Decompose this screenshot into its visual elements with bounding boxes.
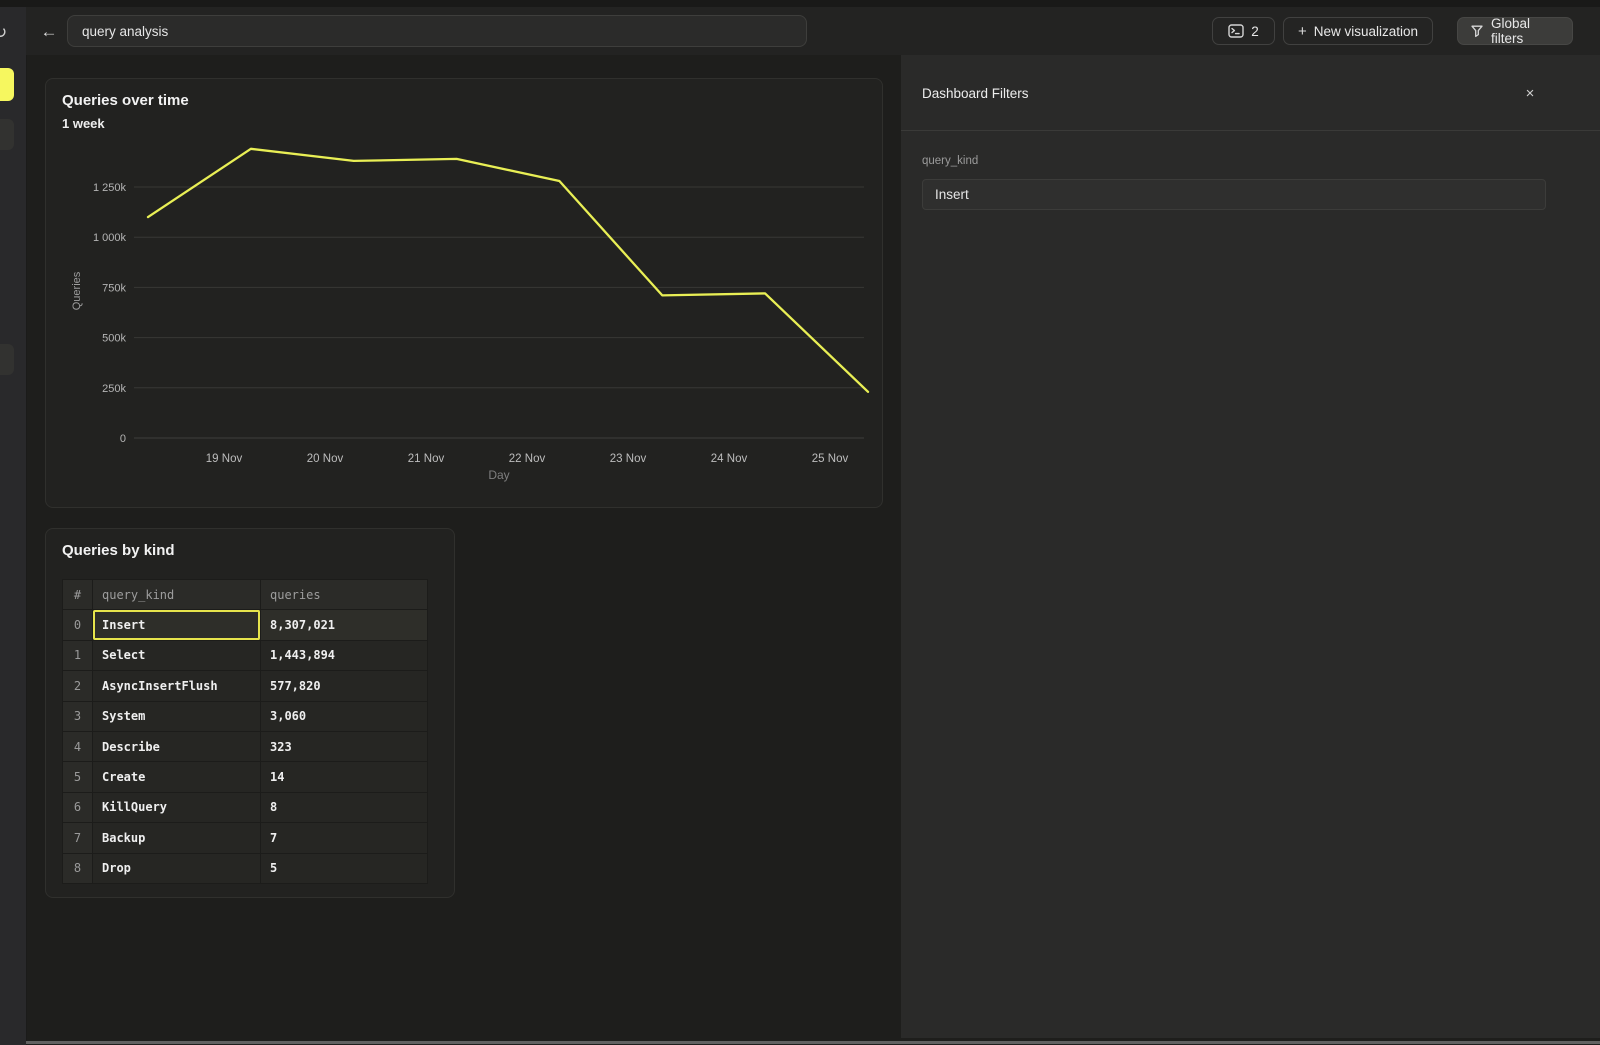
queries-line-series xyxy=(148,149,868,392)
table-row[interactable]: 4Describe323 xyxy=(63,732,427,762)
query-kind-cell[interactable]: Select xyxy=(93,641,261,670)
back-button[interactable]: ← xyxy=(36,19,62,45)
row-index: 8 xyxy=(63,854,93,883)
y-tick-label: 750k xyxy=(102,282,126,294)
y-tick-label: 250k xyxy=(102,383,126,395)
table-row[interactable]: 2AsyncInsertFlush577,820 xyxy=(63,671,427,701)
y-tick-label: 1 000k xyxy=(93,232,127,244)
queries-by-kind-card[interactable]: Queries by kind #query_kindqueries0Inser… xyxy=(45,528,455,898)
query-kind-cell[interactable]: Create xyxy=(93,762,261,791)
row-index: 0 xyxy=(63,610,93,639)
dashboard-filters-panel: Dashboard Filters × query_kind xyxy=(901,55,1600,1038)
filter-field-label: query_kind xyxy=(922,155,978,167)
query-kind-cell[interactable]: KillQuery xyxy=(93,793,261,822)
y-tick-label: 1 250k xyxy=(93,182,127,194)
left-sidebar-strip: ↻ xyxy=(0,7,27,1045)
queries-cell[interactable]: 8 xyxy=(261,793,427,822)
x-axis-label: Day xyxy=(488,468,509,482)
table-row[interactable]: 7Backup7 xyxy=(63,823,427,853)
queries-over-time-card[interactable]: Queries over time 1 week 0250k500k750k1 … xyxy=(45,78,883,508)
row-index: 7 xyxy=(63,823,93,852)
y-axis-label: Queries xyxy=(71,271,83,310)
new-visualization-label: New visualization xyxy=(1314,24,1418,39)
row-index: 1 xyxy=(63,641,93,670)
queries-cell[interactable]: 8,307,021 xyxy=(261,610,427,639)
dashboard-canvas: Queries over time 1 week 0250k500k750k1 … xyxy=(27,55,901,1038)
dashboard-app: ↻ ← 2 + New visualization xyxy=(0,0,1600,1045)
table-row[interactable]: 8Drop5 xyxy=(63,854,427,884)
row-index: 3 xyxy=(63,702,93,731)
row-index: 5 xyxy=(63,762,93,791)
query-kind-filter-input[interactable] xyxy=(922,179,1546,210)
top-bar: ← 2 + New visualization Global filters xyxy=(26,7,1600,55)
new-visualization-button[interactable]: + New visualization xyxy=(1283,17,1433,45)
plus-icon: + xyxy=(1298,24,1307,39)
x-tick-label: 25 Nov xyxy=(812,453,849,465)
queries-chart-svg[interactable]: 0 250k 500k 750k 1 000k 1 250k 19 Nov 20 Nov 21 … xyxy=(46,79,884,509)
queries-cell[interactable]: 323 xyxy=(261,732,427,761)
filters-panel-title: Dashboard Filters xyxy=(922,86,1029,101)
table-header-row: #query_kindqueries xyxy=(63,580,427,610)
window-bottom-edge xyxy=(26,1041,1600,1044)
console-icon xyxy=(1228,24,1244,38)
y-tick-label: 0 xyxy=(120,433,126,445)
sidebar-thumbnail-selected[interactable] xyxy=(0,68,14,101)
sidebar-thumbnail[interactable] xyxy=(0,119,14,150)
query-kind-cell[interactable]: Insert xyxy=(93,610,261,639)
row-index: 6 xyxy=(63,793,93,822)
query-kind-cell[interactable]: Describe xyxy=(93,732,261,761)
table-row[interactable]: 5Create14 xyxy=(63,762,427,792)
global-filters-label: Global filters xyxy=(1491,16,1560,46)
header-index: # xyxy=(63,580,93,609)
queries-table: #query_kindqueries0Insert8,307,0211Selec… xyxy=(62,579,428,884)
query-kind-cell[interactable]: System xyxy=(93,702,261,731)
y-tick-label: 500k xyxy=(102,333,126,345)
queries-cell[interactable]: 1,443,894 xyxy=(261,641,427,670)
query-kind-cell[interactable]: AsyncInsertFlush xyxy=(93,671,261,700)
x-tick-label: 23 Nov xyxy=(610,453,647,465)
table-row[interactable]: 0Insert8,307,021 xyxy=(63,610,427,640)
funnel-icon xyxy=(1470,24,1484,38)
table-row[interactable]: 6KillQuery8 xyxy=(63,793,427,823)
queries-cell[interactable]: 14 xyxy=(261,762,427,791)
refresh-icon[interactable]: ↻ xyxy=(0,23,7,43)
row-index: 4 xyxy=(63,732,93,761)
queries-cell[interactable]: 7 xyxy=(261,823,427,852)
x-tick-label: 19 Nov xyxy=(206,453,243,465)
x-tick-label: 22 Nov xyxy=(509,453,546,465)
console-count: 2 xyxy=(1251,24,1259,39)
global-filters-button[interactable]: Global filters xyxy=(1457,17,1573,45)
x-tick-label: 20 Nov xyxy=(307,453,344,465)
table-row[interactable]: 3System3,060 xyxy=(63,702,427,732)
panel-divider xyxy=(901,130,1600,131)
dashboard-title-input[interactable] xyxy=(67,15,807,47)
table-title: Queries by kind xyxy=(62,542,175,559)
window-top-edge xyxy=(0,0,1600,7)
x-tick-label: 21 Nov xyxy=(408,453,445,465)
header-queries: queries xyxy=(261,580,427,609)
table-row[interactable]: 1Select1,443,894 xyxy=(63,641,427,671)
query-kind-cell[interactable]: Drop xyxy=(93,854,261,883)
close-icon[interactable]: × xyxy=(1517,80,1543,106)
queries-cell[interactable]: 5 xyxy=(261,854,427,883)
sidebar-thumbnail[interactable] xyxy=(0,344,14,375)
sql-console-button[interactable]: 2 xyxy=(1212,17,1275,45)
query-kind-cell[interactable]: Backup xyxy=(93,823,261,852)
header-query-kind: query_kind xyxy=(93,580,261,609)
queries-cell[interactable]: 577,820 xyxy=(261,671,427,700)
queries-cell[interactable]: 3,060 xyxy=(261,702,427,731)
x-tick-label: 24 Nov xyxy=(711,453,748,465)
row-index: 2 xyxy=(63,671,93,700)
